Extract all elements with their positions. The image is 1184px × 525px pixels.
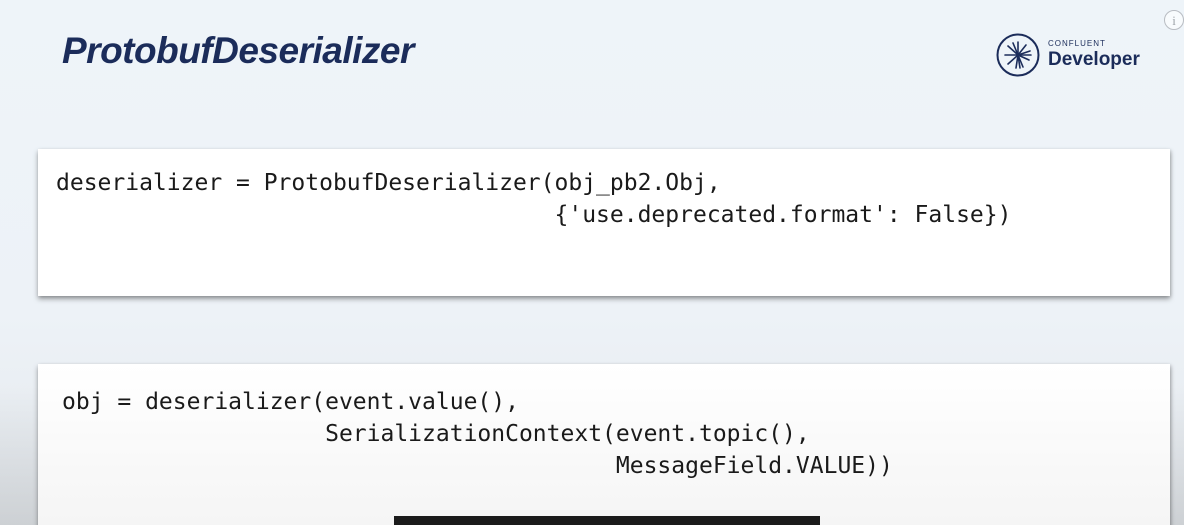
- confluent-starburst-icon: [996, 33, 1040, 77]
- slide-title: ProtobufDeserializer: [62, 30, 414, 71]
- code-line: deserializer = ProtobufDeserializer(obj_…: [56, 170, 721, 196]
- code-line: {'use.deprecated.format': False}): [56, 202, 1012, 228]
- code-text: obj = deserializer(event.value(), Serial…: [62, 386, 893, 482]
- code-line: SerializationContext(event.topic(),: [62, 421, 810, 447]
- slide: ProtobufDeserializer CONFLUENT Developer: [0, 0, 1184, 525]
- code-block-deserialize-call: obj = deserializer(event.value(), Serial…: [38, 364, 1170, 525]
- code-line: MessageField.VALUE)): [62, 453, 893, 479]
- code-text: deserializer = ProtobufDeserializer(obj_…: [56, 167, 1011, 231]
- confluent-developer-logo: CONFLUENT Developer: [996, 33, 1140, 77]
- info-icon[interactable]: i: [1164, 10, 1184, 30]
- logo-text: CONFLUENT Developer: [1048, 39, 1140, 71]
- logo-product: Developer: [1048, 49, 1140, 70]
- code-block-deserializer-init: deserializer = ProtobufDeserializer(obj_…: [38, 149, 1170, 296]
- subtitle-caption-bar: [394, 516, 820, 525]
- logo-brand: CONFLUENT: [1048, 39, 1106, 48]
- code-line: obj = deserializer(event.value(),: [62, 389, 519, 415]
